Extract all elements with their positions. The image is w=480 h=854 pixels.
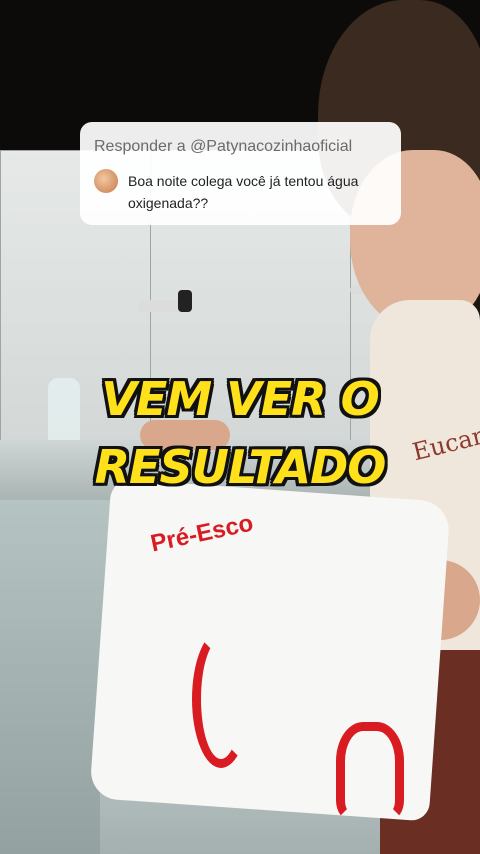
garment-red-trim <box>192 630 250 768</box>
caption-line-1: VEM VER O <box>101 372 379 426</box>
reply-to-label: Responder a @Patynacozinhaoficial <box>94 138 353 155</box>
commenter-avatar <box>94 169 118 193</box>
garment-red-trim <box>336 722 404 820</box>
reply-comment-text: Boa noite colega você já tentou água oxi… <box>128 173 359 211</box>
reply-comment-sticker[interactable]: Responder a @Patynacozinhaoficial Boa no… <box>80 122 401 225</box>
caption-line-2: RESULTADO <box>94 440 387 494</box>
faucet-knob <box>178 290 192 312</box>
